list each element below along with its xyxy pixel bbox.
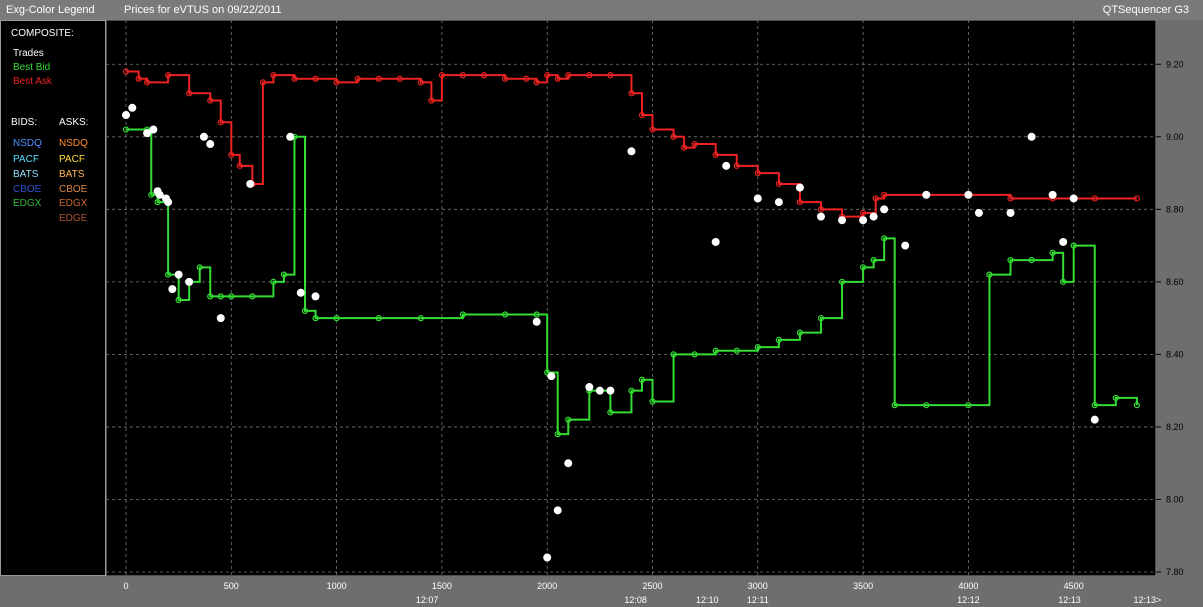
x-tick-label: 3000: [747, 581, 768, 591]
trade-point: [901, 241, 910, 250]
x-time-label: 12:12: [957, 595, 980, 605]
asks-heading: ASKS:: [59, 117, 89, 128]
trade-point: [869, 212, 878, 221]
trade-point: [795, 183, 804, 192]
trade-point: [543, 553, 552, 562]
y-tick-label: 8.40: [1166, 349, 1184, 359]
trade-point: [711, 237, 720, 246]
price-chart: 9.20 9.00 8.80 8.60 8.40 8.20 8.00 7.80: [106, 20, 1203, 576]
trade-point: [859, 216, 868, 225]
x-time-label: 12:08: [624, 595, 647, 605]
trade-point: [547, 372, 556, 381]
x-tick-label: 0: [123, 581, 129, 591]
trade-point: [286, 132, 295, 141]
legend-ask-edgx: EDGX: [59, 198, 88, 209]
trade-point: [1069, 194, 1078, 203]
legend-ask-nsdq: NSDQ: [59, 138, 88, 149]
trade-point: [722, 161, 731, 170]
legend-ask-edge: EDGE: [59, 213, 88, 224]
trade-point: [585, 383, 594, 392]
legend-best-bid: Best Bid: [13, 62, 51, 73]
trade-point: [564, 459, 573, 468]
legend-ask-bats: BATS: [59, 169, 85, 180]
x-tick-label: 1000: [326, 581, 347, 591]
trade-point: [606, 386, 615, 395]
trade-point: [164, 198, 173, 207]
y-tick-label: 8.60: [1166, 277, 1184, 287]
legend-bid-bats: BATS: [13, 169, 39, 180]
trade-point: [880, 205, 889, 214]
legend-trades: Trades: [13, 48, 44, 59]
legend-bid-pacf: PACF: [13, 154, 39, 165]
x-tick-label: 500: [223, 581, 239, 591]
chart-title: Prices for eVTUS on 09/22/2011: [124, 4, 282, 16]
x-time-label: 12:13: [1058, 595, 1081, 605]
legend-ask-pacf: PACF: [59, 154, 85, 165]
x-time-label: 12:11: [746, 595, 769, 605]
chart-titlebar: Prices for eVTUS on 09/22/2011 QTSequenc…: [106, 0, 1203, 20]
y-axis-panel: [1156, 20, 1203, 576]
trade-point: [1006, 208, 1015, 217]
x-axis: 0 500 1000 1500 2000 2500 3000 3500 4000 4500 12:0…: [0, 576, 1203, 607]
x-time-label: 12:07: [415, 595, 439, 605]
x-time-label: 12:10: [695, 595, 719, 605]
trade-point: [595, 386, 604, 395]
bids-heading: BIDS:: [11, 117, 38, 128]
legend-titlebar: Exg-Color Legend: [0, 0, 106, 20]
trade-point: [185, 277, 194, 286]
trade-point: [922, 190, 931, 199]
x-tick-label: 1500: [431, 581, 452, 591]
trade-point: [1048, 190, 1057, 199]
exchange-color-legend: COMPOSITE: Trades Best Bid Best Ask BIDS…: [0, 20, 106, 576]
trade-point: [149, 125, 158, 134]
trade-point: [296, 288, 305, 297]
y-tick-label: 9.20: [1166, 59, 1184, 69]
legend-bid-nsdq: NSDQ: [13, 138, 42, 149]
legend-title: Exg-Color Legend: [6, 4, 95, 16]
y-tick-label: 8.20: [1166, 422, 1184, 432]
trade-point: [128, 103, 137, 112]
trade-point: [964, 190, 973, 199]
trade-point: [774, 198, 783, 207]
trade-point: [553, 506, 562, 515]
trade-point: [753, 194, 762, 203]
trade-point: [216, 314, 225, 323]
trade-point: [1090, 415, 1099, 424]
y-tick-label: 8.80: [1166, 204, 1184, 214]
y-tick-label: 8.00: [1166, 494, 1184, 504]
x-time-label: 12:13>: [1133, 595, 1162, 605]
trade-point: [627, 147, 636, 156]
trade-point: [199, 132, 208, 141]
composite-heading: COMPOSITE:: [11, 28, 74, 39]
trade-point: [1027, 132, 1036, 141]
trade-point: [122, 111, 130, 120]
x-tick-label: 4500: [1063, 581, 1084, 591]
trade-point: [246, 179, 255, 188]
x-tick-label: 3500: [853, 581, 874, 591]
trade-point: [206, 140, 215, 149]
trade-point: [311, 292, 320, 301]
trade-point: [1059, 237, 1068, 246]
trade-point: [532, 317, 541, 326]
trade-point: [974, 208, 983, 217]
legend-bid-edgx: EDGX: [13, 198, 42, 209]
x-tick-label: 2500: [642, 581, 663, 591]
trade-point: [816, 212, 825, 221]
y-tick-label: 7.80: [1166, 567, 1184, 576]
trade-point: [838, 216, 847, 225]
app-name: QTSequencer G3: [1102, 4, 1189, 16]
x-tick-label: 2000: [537, 581, 558, 591]
legend-ask-cboe: CBOE: [59, 184, 88, 195]
legend-bid-cboe: CBOE: [13, 184, 42, 195]
trade-point: [174, 270, 183, 279]
legend-best-ask: Best Ask: [13, 76, 52, 87]
x-tick-label: 4000: [958, 581, 979, 591]
trade-point: [168, 285, 177, 294]
y-tick-label: 9.00: [1166, 132, 1184, 142]
